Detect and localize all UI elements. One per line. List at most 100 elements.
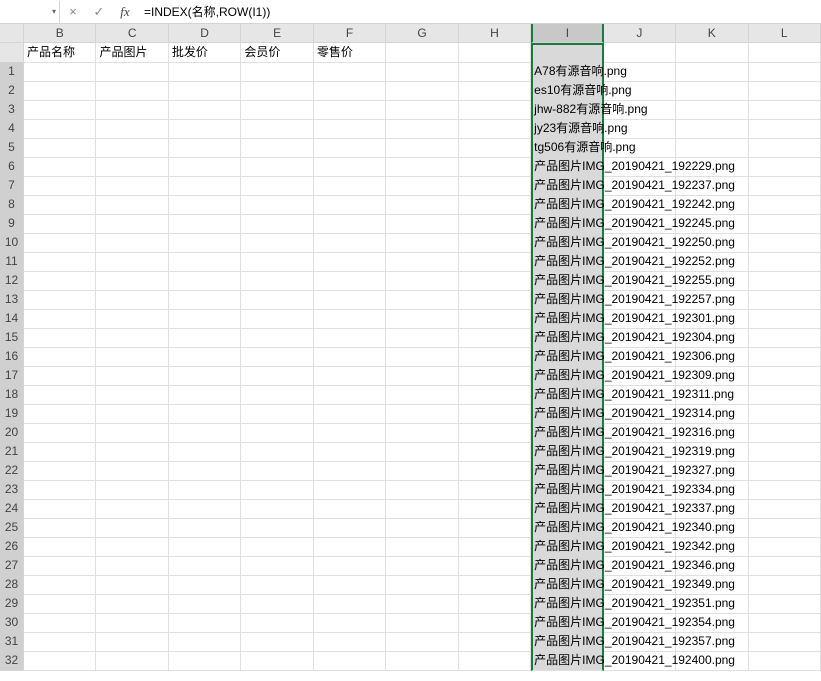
row-header[interactable]: 23 bbox=[0, 480, 24, 500]
row-header[interactable]: 8 bbox=[0, 195, 24, 215]
header-cell-G[interactable] bbox=[386, 43, 458, 63]
cell-E[interactable] bbox=[241, 176, 313, 196]
cell-B[interactable] bbox=[24, 575, 96, 595]
cell-B[interactable] bbox=[24, 100, 96, 120]
cell-H[interactable] bbox=[459, 176, 531, 196]
cell-L[interactable] bbox=[749, 81, 821, 101]
row-header[interactable]: 5 bbox=[0, 138, 24, 158]
cell-D[interactable] bbox=[169, 385, 241, 405]
cell-value-i[interactable]: 产品图片IMG_20190421_192255.png bbox=[531, 271, 735, 290]
cell-L[interactable] bbox=[749, 176, 821, 196]
cell-D[interactable] bbox=[169, 195, 241, 215]
row-header[interactable]: 17 bbox=[0, 366, 24, 386]
row-header[interactable]: 27 bbox=[0, 556, 24, 576]
cell-L[interactable] bbox=[749, 328, 821, 348]
cell-G[interactable] bbox=[386, 347, 458, 367]
cell-F[interactable] bbox=[314, 62, 386, 82]
cell-F[interactable] bbox=[314, 556, 386, 576]
cell-E[interactable] bbox=[241, 423, 313, 443]
cell-C[interactable] bbox=[96, 556, 168, 576]
cell-D[interactable] bbox=[169, 290, 241, 310]
cell-value-i[interactable]: 产品图片IMG_20190421_192351.png bbox=[531, 594, 735, 613]
cell-F[interactable] bbox=[314, 442, 386, 462]
cell-E[interactable] bbox=[241, 442, 313, 462]
cell-L[interactable] bbox=[749, 518, 821, 538]
cell-D[interactable] bbox=[169, 480, 241, 500]
cell-B[interactable] bbox=[24, 214, 96, 234]
cell-E[interactable] bbox=[241, 594, 313, 614]
cell-L[interactable] bbox=[749, 651, 821, 671]
cell-B[interactable] bbox=[24, 271, 96, 291]
cell-G[interactable] bbox=[386, 423, 458, 443]
row-header[interactable]: 3 bbox=[0, 100, 24, 120]
cell-value-i[interactable]: 产品图片IMG_20190421_192319.png bbox=[531, 442, 735, 461]
cell-G[interactable] bbox=[386, 271, 458, 291]
cell-G[interactable] bbox=[386, 385, 458, 405]
cell-G[interactable] bbox=[386, 480, 458, 500]
row-header[interactable]: 28 bbox=[0, 575, 24, 595]
cell-D[interactable] bbox=[169, 594, 241, 614]
cell-H[interactable] bbox=[459, 328, 531, 348]
cell-L[interactable] bbox=[749, 100, 821, 120]
cell-value-i[interactable]: 产品图片IMG_20190421_192237.png bbox=[531, 176, 735, 195]
cell-D[interactable] bbox=[169, 271, 241, 291]
cell-B[interactable] bbox=[24, 404, 96, 424]
cell-H[interactable] bbox=[459, 480, 531, 500]
cell-F[interactable] bbox=[314, 100, 386, 120]
header-cell-J[interactable] bbox=[604, 43, 676, 63]
cell-F[interactable] bbox=[314, 575, 386, 595]
cell-C[interactable] bbox=[96, 404, 168, 424]
cell-value-i[interactable]: 产品图片IMG_20190421_192342.png bbox=[531, 537, 735, 556]
cell-value-i[interactable]: es10有源音响.png bbox=[531, 81, 631, 100]
cell-H[interactable] bbox=[459, 271, 531, 291]
cell-H[interactable] bbox=[459, 385, 531, 405]
column-header-F[interactable]: F bbox=[314, 24, 386, 43]
cell-L[interactable] bbox=[749, 461, 821, 481]
cell-L[interactable] bbox=[749, 138, 821, 158]
cell-D[interactable] bbox=[169, 214, 241, 234]
row-header[interactable]: 30 bbox=[0, 613, 24, 633]
cell-H[interactable] bbox=[459, 252, 531, 272]
header-cell-F[interactable]: 零售价 bbox=[314, 43, 386, 63]
cell-C[interactable] bbox=[96, 461, 168, 481]
cell-D[interactable] bbox=[169, 176, 241, 196]
cell-F[interactable] bbox=[314, 290, 386, 310]
cell-L[interactable] bbox=[749, 632, 821, 652]
cell-H[interactable] bbox=[459, 404, 531, 424]
cell-G[interactable] bbox=[386, 632, 458, 652]
cell-D[interactable] bbox=[169, 100, 241, 120]
cell-B[interactable] bbox=[24, 423, 96, 443]
row-header[interactable]: 6 bbox=[0, 157, 24, 177]
cell-E[interactable] bbox=[241, 385, 313, 405]
cell-E[interactable] bbox=[241, 290, 313, 310]
cell-C[interactable] bbox=[96, 328, 168, 348]
cell-H[interactable] bbox=[459, 290, 531, 310]
column-header-L[interactable]: L bbox=[749, 24, 821, 43]
cell-C[interactable] bbox=[96, 176, 168, 196]
cell-H[interactable] bbox=[459, 556, 531, 576]
cell-F[interactable] bbox=[314, 271, 386, 291]
cell-C[interactable] bbox=[96, 252, 168, 272]
row-header[interactable]: 25 bbox=[0, 518, 24, 538]
cell-H[interactable] bbox=[459, 632, 531, 652]
cell-E[interactable] bbox=[241, 651, 313, 671]
cell-L[interactable] bbox=[749, 480, 821, 500]
cell-K[interactable] bbox=[676, 100, 748, 120]
row-header[interactable]: 14 bbox=[0, 309, 24, 329]
cell-G[interactable] bbox=[386, 157, 458, 177]
cell-B[interactable] bbox=[24, 442, 96, 462]
cell-K[interactable] bbox=[676, 81, 748, 101]
cell-C[interactable] bbox=[96, 290, 168, 310]
spreadsheet-grid[interactable]: BCDEFGHIJKL产品名称产品图片批发价会员价零售价1A78有源音响.png… bbox=[0, 24, 821, 670]
header-cell-I[interactable] bbox=[531, 43, 603, 63]
cell-E[interactable] bbox=[241, 100, 313, 120]
cell-E[interactable] bbox=[241, 347, 313, 367]
cell-G[interactable] bbox=[386, 119, 458, 139]
cell-H[interactable] bbox=[459, 214, 531, 234]
row-header[interactable]: 29 bbox=[0, 594, 24, 614]
cell-C[interactable] bbox=[96, 233, 168, 253]
cell-E[interactable] bbox=[241, 613, 313, 633]
cell-B[interactable] bbox=[24, 594, 96, 614]
cell-H[interactable] bbox=[459, 461, 531, 481]
cell-G[interactable] bbox=[386, 252, 458, 272]
